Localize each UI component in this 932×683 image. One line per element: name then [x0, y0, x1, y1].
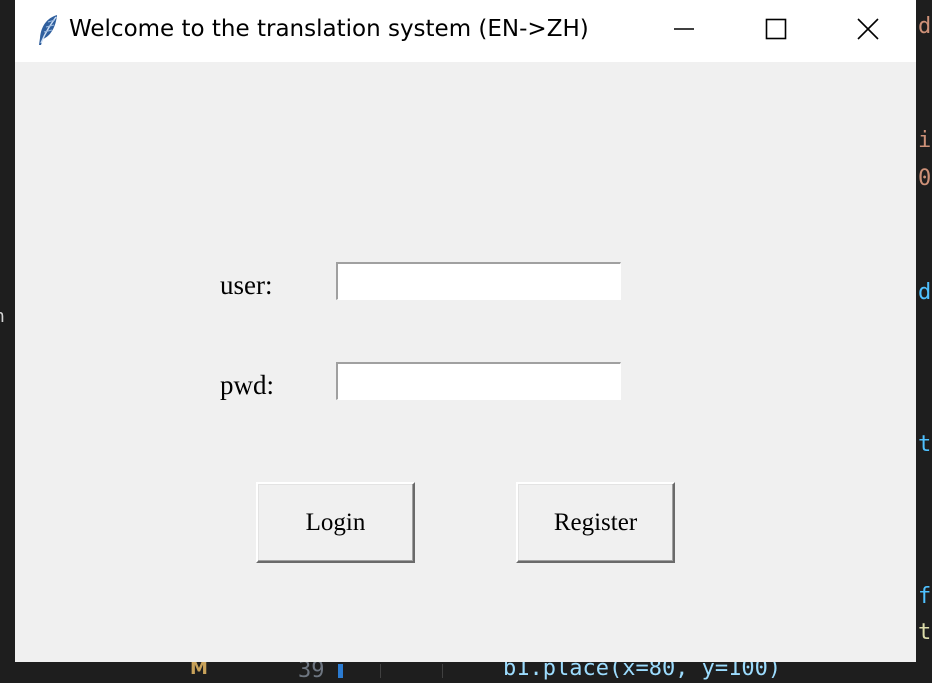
login-button[interactable]: Login — [256, 482, 415, 563]
login-window: Welcome to the translation system (EN->Z… — [15, 0, 916, 662]
close-button[interactable] — [837, 0, 899, 62]
minimize-button[interactable] — [653, 0, 715, 62]
maximize-icon — [765, 18, 787, 44]
user-input[interactable] — [336, 262, 621, 300]
user-label: user: — [220, 270, 273, 300]
pwd-input[interactable] — [336, 362, 621, 400]
minimize-icon — [673, 18, 695, 44]
title-bar[interactable]: Welcome to the translation system (EN->Z… — [15, 0, 916, 62]
window-title: Welcome to the translation system (EN->Z… — [69, 16, 589, 42]
window-content: user: pwd: Login Register — [15, 62, 916, 662]
editor-bottom-strip — [0, 662, 932, 678]
editor-fragment-1: d — [918, 14, 932, 39]
indent-guide — [442, 664, 443, 678]
register-button[interactable]: Register — [516, 482, 675, 563]
indent-guide — [380, 664, 381, 678]
editor-fragment-3: 0 — [918, 166, 932, 191]
editor-fragment-2: i — [918, 128, 932, 153]
editor-fragment-5: t — [918, 432, 932, 457]
editor-change-bar — [338, 664, 343, 678]
close-icon — [857, 18, 879, 44]
editor-fragment-4: d — [918, 280, 932, 305]
pwd-label: pwd: — [220, 370, 274, 400]
maximize-button[interactable] — [745, 0, 807, 62]
feather-icon — [35, 14, 61, 48]
editor-left-fragment: n — [0, 306, 5, 327]
editor-fragment-7: t — [918, 620, 932, 645]
editor-fragment-6: f — [918, 584, 932, 609]
